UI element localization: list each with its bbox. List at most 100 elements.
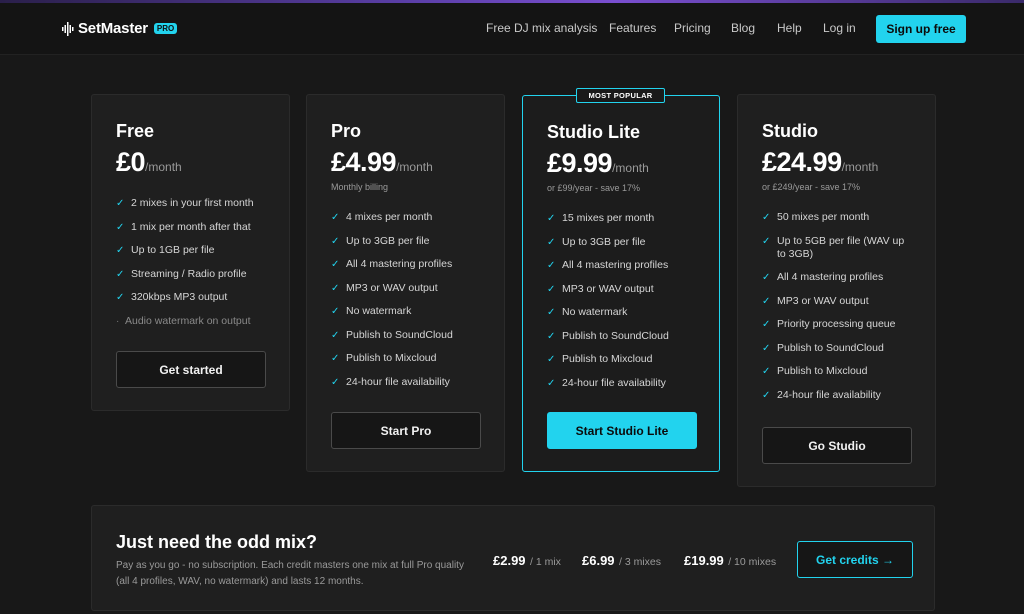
get-started-button[interactable]: Get started — [116, 351, 266, 388]
nav-links: Free DJ mix analysis Features Pricing Bl… — [0, 21, 1024, 37]
start-studio-lite-button[interactable]: Start Studio Lite — [547, 412, 697, 449]
plan-price: £4.99/month — [331, 147, 433, 178]
price-period: /month — [145, 160, 182, 174]
billing-note: or £249/year - save 17% — [762, 182, 861, 192]
nav-link-help[interactable]: Help — [777, 21, 802, 35]
feature-text: Priority processing queue — [777, 318, 896, 330]
feature-item: ✓ Up to 3GB per file — [331, 235, 453, 248]
get-credits-button[interactable]: Get credits → — [797, 541, 913, 578]
credit-bundle-3: £6.99 / 3 mixes — [582, 552, 661, 570]
check-icon: ✓ — [116, 245, 125, 256]
feature-item: ✓ All 4 mastering profiles — [762, 271, 912, 284]
plan-price: £9.99/month — [547, 148, 649, 179]
feature-text: Audio watermark on output — [125, 314, 251, 327]
feature-text: No watermark — [346, 305, 412, 317]
feature-text: MP3 or WAV output — [562, 282, 654, 295]
check-icon: ✓ — [331, 329, 340, 341]
feature-item: ✓ 4 mixes per month — [331, 211, 453, 224]
check-icon: ✓ — [331, 306, 340, 317]
feature-list: ✓ 15 mixes per month ✓ Up to 3GB per file … — [547, 212, 669, 400]
check-icon: ✓ — [547, 236, 556, 248]
check-icon: ✓ — [762, 366, 771, 377]
bundle-qty: / 1 mix — [530, 556, 561, 568]
check-icon: ✓ — [331, 212, 340, 223]
feature-text: Publish to SoundCloud — [777, 341, 884, 354]
price-amount: £4.99 — [331, 147, 397, 177]
bundle-price: £6.99 — [582, 553, 615, 568]
plan-price: £24.99/month — [762, 147, 878, 178]
check-icon: ✓ — [762, 235, 771, 247]
feature-item: ✓ Publish to Mixcloud — [331, 352, 453, 365]
plan-name: Pro — [331, 121, 362, 141]
feature-text: All 4 mastering profiles — [346, 258, 453, 270]
nav-link-login[interactable]: Log in — [823, 21, 856, 35]
feature-text: Publish to Mixcloud — [562, 353, 653, 365]
check-icon: ✓ — [116, 221, 125, 233]
plan-name: Studio — [762, 121, 818, 141]
price-amount: £24.99 — [762, 147, 842, 177]
bullet-icon: · — [116, 315, 120, 327]
feature-item: ✓ No watermark — [547, 306, 669, 319]
price-period: /month — [612, 161, 649, 175]
feature-text: 2 mixes in your first month — [131, 197, 254, 209]
plan-name: Studio Lite — [547, 122, 640, 142]
nav-link-features[interactable]: Features — [609, 21, 656, 35]
feature-text: All 4 mastering profiles — [777, 271, 884, 283]
go-studio-button[interactable]: Go Studio — [762, 427, 912, 464]
check-icon: ✓ — [331, 282, 340, 294]
check-icon: ✓ — [331, 259, 340, 270]
plan-name: Free — [116, 121, 155, 141]
check-icon: ✓ — [762, 295, 771, 307]
bundle-price: £19.99 — [684, 553, 724, 568]
check-icon: ✓ — [116, 268, 125, 280]
feature-text: 320kbps MP3 output — [131, 291, 228, 303]
feature-item: ✓ Priority processing queue — [762, 318, 912, 331]
check-icon: ✓ — [116, 292, 125, 303]
feature-item: ✓ 24-hour file availability — [331, 376, 453, 389]
feature-text: 15 mixes per month — [562, 212, 655, 224]
bundle-price: £2.99 — [493, 553, 526, 568]
feature-item: ✓ All 4 mastering profiles — [331, 258, 453, 271]
check-icon: ✓ — [331, 235, 340, 247]
feature-item: ✓ Publish to Mixcloud — [762, 365, 912, 378]
nav-link-free-analysis[interactable]: Free DJ mix analysis — [486, 21, 597, 35]
feature-item: ✓ All 4 mastering profiles — [547, 259, 669, 272]
feature-text: 24-hour file availability — [346, 375, 450, 388]
credit-bundle-1: £2.99 / 1 mix — [493, 552, 561, 570]
feature-text: Up to 3GB per file — [562, 235, 646, 248]
feature-text: Up to 3GB per file — [346, 234, 430, 247]
feature-item: ✓ 2 mixes in your first month — [116, 197, 254, 210]
nav-link-blog[interactable]: Blog — [731, 21, 755, 35]
feature-text: All 4 mastering profiles — [562, 259, 669, 271]
feature-text: 24-hour file availability — [777, 388, 881, 401]
signup-button[interactable]: Sign up free — [876, 15, 966, 43]
bundle-qty: / 3 mixes — [619, 556, 662, 568]
feature-text: Up to 1GB per file — [131, 244, 215, 256]
check-icon: ✓ — [547, 330, 556, 342]
feature-list: ✓ 50 mixes per month ✓ Up to 5GB per file … — [762, 211, 912, 412]
feature-text: Publish to Mixcloud — [346, 352, 437, 364]
price-amount: £9.99 — [547, 148, 613, 178]
plan-card-pro: Pro £4.99/month Monthly billing ✓ 4 mixes… — [306, 94, 505, 472]
feature-item: ✓ MP3 or WAV output — [547, 283, 669, 296]
feature-item: ✓ Publish to Mixcloud — [547, 353, 669, 366]
start-pro-button[interactable]: Start Pro — [331, 412, 481, 449]
feature-item: ✓ Up to 3GB per file — [547, 236, 669, 249]
billing-note: Monthly billing — [331, 182, 389, 192]
feature-item: ✓ Up to 1GB per file — [116, 244, 254, 257]
credits-title: Just need the odd mix? — [116, 532, 318, 552]
feature-text: No watermark — [562, 306, 628, 318]
feature-list: ✓ 2 mixes in your first month ✓ 1 mix per … — [116, 197, 254, 338]
feature-item: ✓ MP3 or WAV output — [762, 295, 912, 308]
nav-link-pricing[interactable]: Pricing — [674, 21, 711, 35]
plan-card-studio-lite: Studio Lite £9.99/month or £99/year - sa… — [522, 95, 720, 472]
check-icon: ✓ — [547, 213, 556, 224]
check-icon: ✓ — [762, 389, 771, 401]
check-icon: ✓ — [762, 272, 771, 283]
feature-text: Streaming / Radio profile — [131, 267, 247, 280]
check-icon: ✓ — [762, 319, 771, 330]
feature-item: ✓ Publish to SoundCloud — [547, 330, 669, 343]
check-icon: ✓ — [331, 353, 340, 364]
bundle-qty: / 10 mixes — [728, 556, 777, 568]
check-icon: ✓ — [116, 198, 125, 209]
